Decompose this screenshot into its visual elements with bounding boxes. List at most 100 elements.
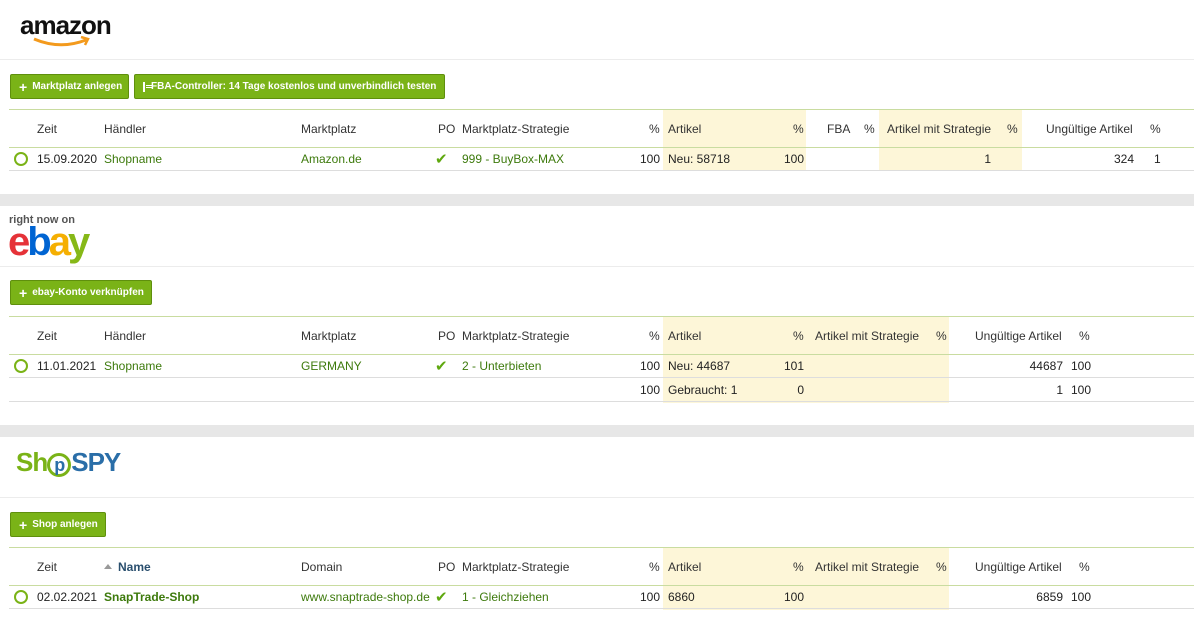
col-pct[interactable]: % xyxy=(793,317,804,354)
cell-pct: 100 xyxy=(1071,382,1092,397)
checkmark-icon: ✔ xyxy=(435,150,448,168)
cell-artikel-mit-strategie: 1 xyxy=(984,151,991,166)
ebay-logo-b: b xyxy=(27,220,52,264)
ebay-logo-y: y xyxy=(67,220,90,264)
cell-strategie[interactable]: 2 - Unterbieten xyxy=(462,354,541,377)
cell-haendler[interactable]: Shopname xyxy=(104,354,162,377)
section-divider xyxy=(0,425,1194,437)
cell-zeit: 11.01.2021 xyxy=(37,358,97,373)
col-fba[interactable]: FBA xyxy=(827,110,850,147)
ebay-section: right now on ebay + ebay-Konto verknüpfe… xyxy=(0,206,1194,425)
col-ungueltige-artikel[interactable]: Ungültige Artikel xyxy=(975,548,1062,585)
cell-ungueltige-artikel: 324 xyxy=(1113,151,1134,166)
table-row[interactable]: 02.02.2021 SnapTrade-Shop www.snaptrade-… xyxy=(9,585,1194,609)
cell-pct: 100 xyxy=(639,589,660,604)
col-zeit[interactable]: Zeit xyxy=(37,317,57,354)
table-row[interactable]: 100 Gebraucht: 1 0 1 100 xyxy=(9,378,1194,402)
col-domain[interactable]: Domain xyxy=(301,548,342,585)
col-pct[interactable]: % xyxy=(1079,317,1090,354)
col-pct[interactable]: % xyxy=(649,548,660,585)
col-strategie[interactable]: Marktplatz-Strategie xyxy=(462,317,569,354)
col-ungueltige-artikel[interactable]: Ungültige Artikel xyxy=(975,317,1062,354)
col-po[interactable]: PO xyxy=(438,548,455,585)
status-radio-icon[interactable] xyxy=(14,589,28,604)
fba-controller-label: FBA-Controller: 14 Tage kostenlos und un… xyxy=(151,81,437,92)
col-name[interactable]: Name xyxy=(104,548,151,585)
col-haendler[interactable]: Händler xyxy=(104,110,146,147)
table-header: Zeit Name Domain PO Marktplatz-Strategie… xyxy=(9,547,1194,586)
amazon-table: Zeit Händler Marktplatz PO Marktplatz-St… xyxy=(9,109,1194,171)
shopspy-section: Sh p SPY + Shop anlegen Zeit Name Domain P… xyxy=(0,437,1194,633)
ebay-logo-a: a xyxy=(48,220,71,264)
amazon-section: amazon + Marktplatz anlegen FBA-Controll… xyxy=(0,0,1194,194)
sort-ascending-icon xyxy=(104,564,112,569)
col-pct[interactable]: % xyxy=(649,317,660,354)
cell-ungueltige-artikel: 6859 xyxy=(1036,589,1063,604)
cell-pct: 100 xyxy=(639,358,660,373)
col-haendler[interactable]: Händler xyxy=(104,317,146,354)
col-strategie[interactable]: Marktplatz-Strategie xyxy=(462,110,569,147)
plus-icon: + xyxy=(19,78,28,95)
shopspy-table: Zeit Name Domain PO Marktplatz-Strategie… xyxy=(9,547,1194,610)
col-pct[interactable]: % xyxy=(864,110,875,147)
col-pct[interactable]: % xyxy=(793,110,804,147)
col-zeit[interactable]: Zeit xyxy=(37,110,57,147)
cell-strategie[interactable]: 999 - BuyBox-MAX xyxy=(462,147,564,170)
fba-controller-button[interactable]: FBA-Controller: 14 Tage kostenlos und un… xyxy=(134,74,445,99)
plus-icon: + xyxy=(19,516,28,533)
add-marketplace-button[interactable]: + Marktplatz anlegen xyxy=(10,74,129,99)
col-marktplatz[interactable]: Marktplatz xyxy=(301,110,356,147)
link-ebay-account-button[interactable]: + ebay-Konto verknüpfen xyxy=(10,280,152,305)
add-shop-label: Shop anlegen xyxy=(32,519,98,530)
col-pct[interactable]: % xyxy=(1150,110,1161,147)
cell-pct: 100 xyxy=(783,589,804,604)
table-row[interactable]: 11.01.2021 Shopname GERMANY ✔ 2 - Unterb… xyxy=(9,354,1194,378)
col-pct[interactable]: % xyxy=(936,317,947,354)
col-artikel-mit-strategie[interactable]: Artikel mit Strategie xyxy=(887,110,991,147)
col-ungueltige-artikel[interactable]: Ungültige Artikel xyxy=(1046,110,1133,147)
cell-haendler[interactable]: Shopname xyxy=(104,147,162,170)
cell-ungueltige-artikel: 1 xyxy=(1056,382,1063,397)
cell-name[interactable]: SnapTrade-Shop xyxy=(104,585,199,608)
col-po[interactable]: PO xyxy=(438,110,455,147)
cell-strategie[interactable]: 1 - Gleichziehen xyxy=(462,585,549,608)
link-ebay-account-label: ebay-Konto verknüpfen xyxy=(32,287,144,298)
col-artikel-mit-strategie[interactable]: Artikel mit Strategie xyxy=(815,317,919,354)
table-row[interactable]: 15.09.2020 Shopname Amazon.de ✔ 999 - Bu… xyxy=(9,147,1194,171)
cell-domain[interactable]: www.snaptrade-shop.de xyxy=(301,585,430,608)
col-pct[interactable]: % xyxy=(1007,110,1018,147)
col-zeit[interactable]: Zeit xyxy=(37,548,57,585)
add-shop-button[interactable]: + Shop anlegen xyxy=(10,512,106,537)
cell-zeit: 02.02.2021 xyxy=(37,589,98,604)
cell-zeit: 15.09.2020 xyxy=(37,151,98,166)
col-artikel-mit-strategie[interactable]: Artikel mit Strategie xyxy=(815,548,919,585)
col-strategie[interactable]: Marktplatz-Strategie xyxy=(462,548,569,585)
cell-artikel: Neu: 44687 xyxy=(668,358,731,373)
shopspy-logo-part3: SPY xyxy=(71,447,121,477)
col-po[interactable]: PO xyxy=(438,317,455,354)
cell-pct: 100 xyxy=(1071,589,1092,604)
col-pct[interactable]: % xyxy=(936,548,947,585)
shopspy-logo-part2: p xyxy=(47,453,72,477)
col-artikel[interactable]: Artikel xyxy=(668,548,701,585)
shopspy-logo: Sh p SPY xyxy=(16,447,121,478)
cell-marktplatz[interactable]: GERMANY xyxy=(301,354,362,377)
store-icon xyxy=(143,81,152,92)
col-pct[interactable]: % xyxy=(649,110,660,147)
ebay-logo-area: right now on ebay xyxy=(0,206,1194,267)
cell-pct: 0 xyxy=(797,382,804,397)
col-pct[interactable]: % xyxy=(1079,548,1090,585)
cell-marktplatz[interactable]: Amazon.de xyxy=(301,147,362,170)
col-marktplatz[interactable]: Marktplatz xyxy=(301,317,356,354)
add-marketplace-label: Marktplatz anlegen xyxy=(32,81,123,92)
col-artikel[interactable]: Artikel xyxy=(668,317,701,354)
cell-artikel: Neu: 58718 xyxy=(668,151,731,166)
status-radio-icon[interactable] xyxy=(14,151,28,166)
col-pct[interactable]: % xyxy=(793,548,804,585)
plus-icon: + xyxy=(19,284,28,301)
col-artikel[interactable]: Artikel xyxy=(668,110,701,147)
status-radio-icon[interactable] xyxy=(14,358,28,373)
cell-pct: 100 xyxy=(783,151,804,166)
ebay-logo: ebay xyxy=(8,220,90,265)
shopspy-logo-part1: Sh xyxy=(16,447,48,477)
